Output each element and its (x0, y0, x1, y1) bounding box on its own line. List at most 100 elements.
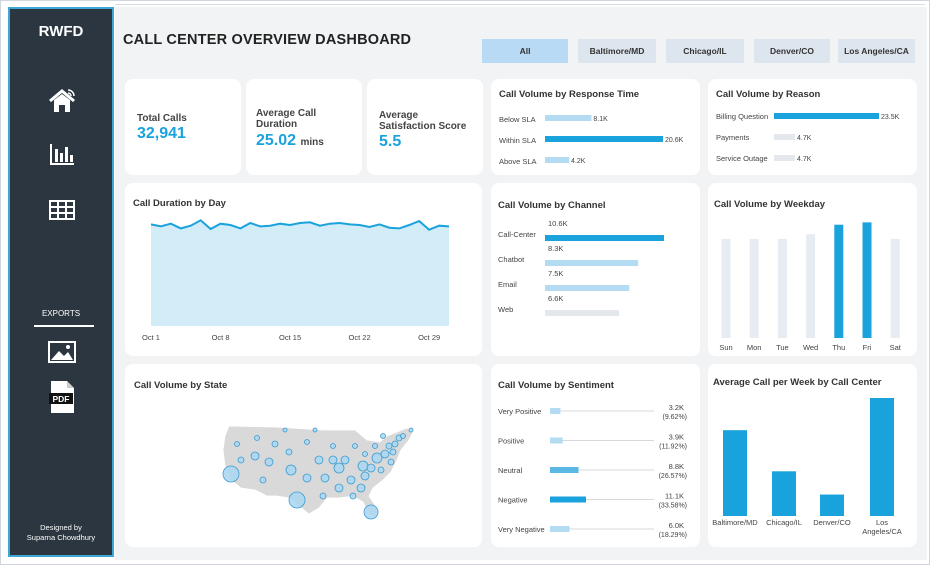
weekday-bar (749, 238, 759, 338)
channel-bar (545, 310, 620, 316)
state-bubble (234, 441, 240, 447)
channel-value-label: 10.6K (548, 219, 568, 228)
state-bubble (288, 491, 306, 509)
weekday-bar (862, 222, 872, 338)
sentiment-bar (550, 437, 563, 444)
reason-value-label: 4.7K (797, 135, 812, 142)
duration-x-tick: Oct 15 (279, 333, 301, 342)
weekday-label: Thu (832, 343, 845, 352)
satisfaction-label: Average Satisfaction Score (379, 110, 466, 132)
response-time-title: Call Volume by Response Time (499, 89, 640, 100)
card-per-week: Average Call per Week by Call Center Bal… (708, 364, 917, 547)
filter-chicago[interactable]: Chicago/IL (666, 39, 744, 63)
state-bubble (377, 466, 385, 474)
channel-category-label: Email (498, 280, 517, 289)
bar-chart-icon[interactable] (45, 139, 79, 169)
state-bubble (250, 451, 260, 461)
state-bubble (328, 455, 338, 465)
kpi-card-avg-duration: Average Call Duration 25.02 mins (246, 79, 362, 175)
response-time-chart: Below SLA 8.1K Within SLA 20.6K Above SLA 4.2… (499, 115, 684, 166)
state-bubble (314, 455, 324, 465)
response-category-label: Within SLA (499, 136, 536, 145)
weekday-bar (777, 238, 787, 338)
table-icon[interactable] (45, 195, 79, 225)
weekday-bar (834, 224, 844, 338)
state-bubble (282, 427, 288, 433)
duration-area (151, 220, 449, 326)
response-bar (545, 136, 663, 142)
satisfaction-label-line-1: Average (379, 110, 419, 121)
brand-logo: RWFD (38, 23, 84, 40)
response-value-label: 8.1K (593, 116, 608, 123)
card-duration: Call Duration by Day Oct 1 Oct 8 Oct 15 Oct… (125, 183, 482, 356)
card-sentiment: Call Volume by Sentiment Very Positive 3.… (491, 364, 700, 547)
weekday-chart: Sun Mon Tue Wed Thu Fri Sat (719, 222, 902, 352)
total-calls-label: Total Calls (137, 113, 187, 124)
response-category-label: Above SLA (499, 157, 537, 166)
sentiment-percent-label: (11.92%) (659, 444, 687, 451)
filter-los-angeles[interactable]: Los Angeles/CA (838, 39, 915, 63)
sentiment-category-label: Neutral (498, 466, 523, 475)
state-bubble (363, 504, 379, 520)
filter-baltimore[interactable]: Baltimore/MD (578, 39, 656, 63)
per-week-bar (723, 430, 747, 516)
avg-duration-label-line-1: Average Call (256, 108, 317, 119)
state-bubble (352, 443, 358, 449)
state-bubble (312, 427, 318, 433)
reason-chart: Billing Question 23.5K Payments 4.7K Service… (716, 112, 900, 163)
state-bubble (285, 448, 293, 456)
response-value-label: 4.2K (571, 158, 586, 165)
avg-duration-value: 25.02 mins (256, 132, 324, 150)
per-week-category-label: Chicago/IL (766, 518, 802, 527)
exports-divider (34, 325, 94, 327)
state-bubble (391, 440, 399, 448)
sentiment-category-label: Very Negative (498, 525, 545, 534)
weekday-title: Call Volume by Weekday (714, 199, 826, 210)
reason-bar (774, 113, 879, 119)
sentiment-chart: Very Positive 3.2K (9.62%) Positive 3.9K (11.… (498, 403, 687, 539)
channel-bar (545, 285, 630, 291)
sentiment-value-label: 6.0K (669, 521, 684, 530)
state-bubble (222, 465, 240, 483)
state-bubble (400, 433, 406, 439)
svg-text:PDF: PDF (53, 394, 70, 404)
duration-x-tick: Oct 1 (142, 333, 160, 342)
response-value-label: 20.6K (665, 137, 684, 144)
filter-denver[interactable]: Denver/CO (754, 39, 830, 63)
channel-category-label: Call-Center (498, 230, 536, 239)
state-bubble (340, 455, 350, 465)
state-bubble (285, 464, 297, 476)
response-bar (545, 115, 592, 121)
duration-title: Call Duration by Day (133, 198, 226, 209)
credit-line-2: Suparna Chowdhury (26, 533, 96, 542)
exports-label: EXPORTS (41, 309, 81, 318)
filter-all[interactable]: All (482, 39, 568, 63)
pdf-export-icon[interactable]: PDF (45, 379, 79, 415)
avg-duration-label: Average Call Duration (256, 108, 316, 130)
sentiment-percent-label: (18.29%) (659, 532, 687, 539)
state-bubble (349, 492, 357, 500)
card-state: Call Volume by State (125, 364, 482, 547)
per-week-category-label: Denver/CO (813, 518, 851, 527)
per-week-category-label: Los (876, 518, 888, 527)
state-bubble (385, 442, 393, 450)
state-bubble (319, 492, 327, 500)
sentiment-title: Call Volume by Sentiment (498, 380, 614, 391)
home-wifi-icon[interactable] (45, 85, 79, 115)
image-export-icon[interactable] (45, 337, 79, 367)
state-bubble (360, 471, 370, 481)
per-week-category-label: Angeles/CA (862, 527, 902, 536)
sentiment-bar (550, 408, 561, 414)
reason-category-label: Service Outage (716, 154, 768, 163)
sentiment-value-label: 11.1K (665, 492, 684, 501)
reason-bar (774, 134, 795, 140)
page-title: CALL CENTER OVERVIEW DASHBOARD (123, 32, 412, 48)
weekday-label: Sat (890, 343, 902, 352)
response-bar (545, 157, 570, 163)
weekday-label: Mon (747, 343, 762, 352)
duration-x-tick: Oct 22 (349, 333, 371, 342)
channel-category-label: Chatbot (498, 255, 525, 264)
state-bubble (320, 473, 330, 483)
state-title: Call Volume by State (134, 380, 228, 391)
sentiment-value-label: 8.8K (669, 462, 684, 471)
